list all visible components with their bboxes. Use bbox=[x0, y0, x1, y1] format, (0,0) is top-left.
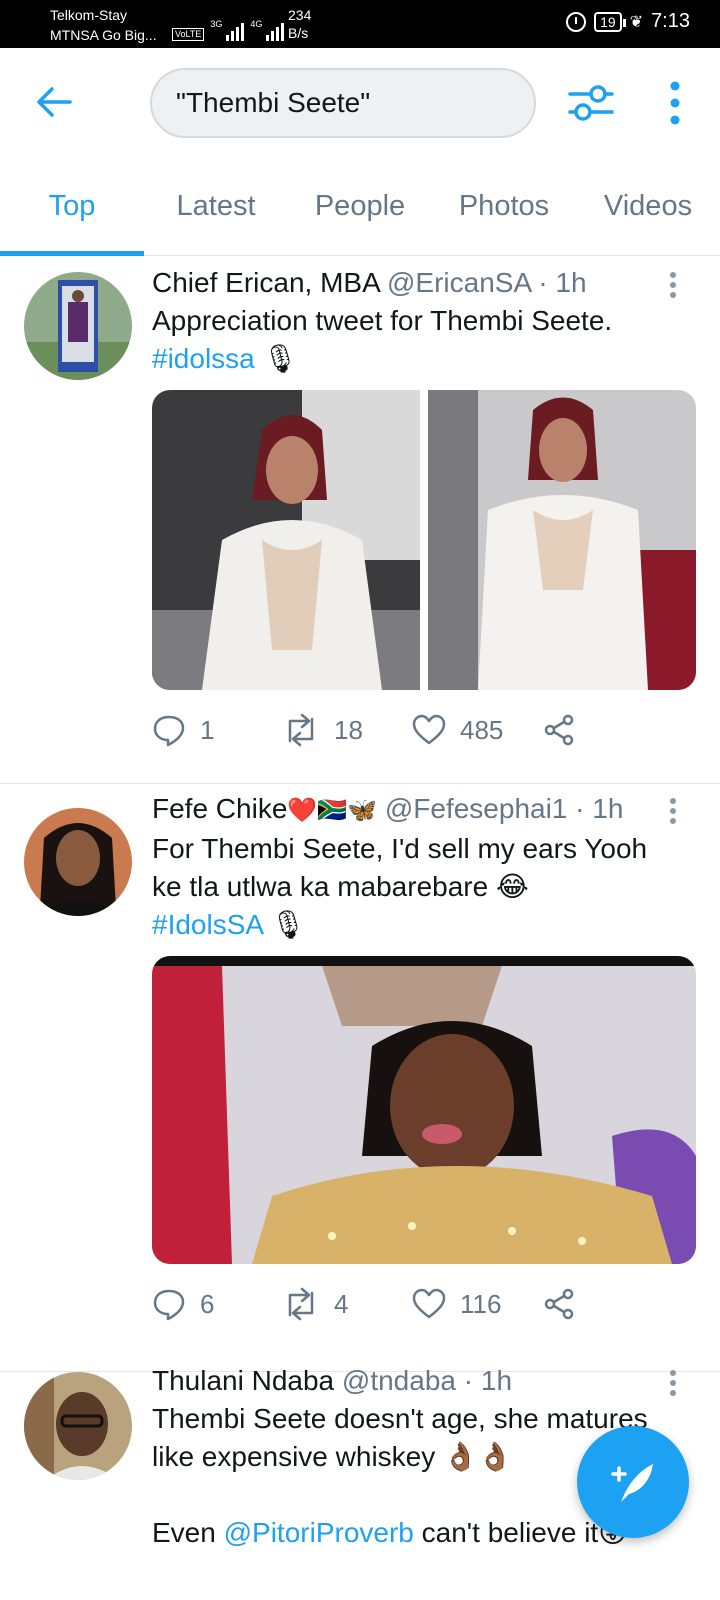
tweet-actions: 1 18 485 bbox=[152, 710, 672, 750]
status-right: 19 ❦ 7:13 bbox=[566, 10, 690, 33]
more-vertical-icon bbox=[670, 81, 680, 125]
reply-count: 6 bbox=[200, 1288, 215, 1319]
tweet-media[interactable] bbox=[152, 956, 696, 1264]
search-header: "Thembi Seete" bbox=[0, 48, 720, 158]
heart-icon bbox=[412, 714, 446, 745]
status-bar: Telkom-Stay MTNSA Go Big... VoLTE 3G 4G … bbox=[0, 0, 720, 48]
network-speed: 234 B/s bbox=[288, 6, 311, 42]
back-button[interactable] bbox=[34, 82, 74, 122]
like-count: 485 bbox=[460, 714, 504, 745]
tweet-media[interactable] bbox=[152, 390, 696, 690]
clock: 7:13 bbox=[651, 10, 690, 32]
tweet-header: Fefe Chike❤️🇿🇦🦋 @Fefesephai1 · 1h bbox=[152, 790, 660, 830]
tweet-time: · 1h bbox=[538, 267, 587, 298]
tweet[interactable]: Fefe Chike❤️🇿🇦🦋 @Fefesephai1 · 1h For Th… bbox=[0, 784, 720, 1372]
author-emoji: ❤️🇿🇦🦋 bbox=[287, 797, 378, 824]
speed-value: 234 bbox=[288, 7, 312, 23]
share-button[interactable] bbox=[542, 713, 672, 747]
reply-button[interactable]: 6 bbox=[152, 1287, 282, 1321]
volte-badge: VoLTE bbox=[172, 28, 205, 41]
tweet-time: · 1h bbox=[463, 1365, 513, 1396]
reply-icon bbox=[153, 715, 185, 747]
alarm-icon bbox=[566, 11, 587, 32]
retweet-count: 18 bbox=[334, 714, 363, 745]
author-handle[interactable]: @Fefesephai1 bbox=[385, 793, 568, 824]
search-tabs: Top Latest People Photos Videos bbox=[0, 158, 720, 256]
tab-top[interactable]: Top bbox=[0, 158, 144, 256]
compose-tweet-button[interactable] bbox=[577, 1426, 689, 1538]
search-query: "Thembi Seete" bbox=[176, 87, 371, 118]
tweet-menu-button[interactable] bbox=[668, 796, 678, 826]
tweet-time: · 1h bbox=[575, 793, 624, 824]
photo-1[interactable] bbox=[152, 390, 420, 690]
reply-count: 1 bbox=[200, 714, 215, 745]
compose-feather-icon bbox=[611, 1464, 653, 1502]
like-count: 116 bbox=[460, 1288, 502, 1319]
carrier-line-1: Telkom-Stay bbox=[50, 7, 128, 23]
carrier-line-2: MTNSA Go Big... bbox=[50, 27, 157, 43]
author-handle[interactable]: @EricanSA bbox=[387, 267, 531, 298]
heart-icon bbox=[412, 1288, 446, 1319]
battery-icon: 19 bbox=[594, 11, 626, 32]
idols-hashflag-icon: 🎙 bbox=[262, 343, 299, 374]
sliders-icon bbox=[568, 85, 614, 121]
highlight-term: Thembi Seete bbox=[201, 833, 376, 864]
tweet-header: Thulani Ndaba @tndaba · 1h bbox=[152, 1362, 680, 1400]
share-button[interactable] bbox=[542, 1287, 672, 1321]
share-icon bbox=[544, 714, 574, 746]
like-button[interactable]: 485 bbox=[412, 714, 542, 746]
search-input[interactable]: "Thembi Seete" bbox=[150, 68, 536, 138]
tab-people[interactable]: People bbox=[288, 158, 432, 255]
hashtag-link[interactable]: #idolssa bbox=[152, 343, 255, 374]
photo-2[interactable] bbox=[428, 390, 696, 690]
tab-latest[interactable]: Latest bbox=[144, 158, 288, 255]
reply-icon bbox=[153, 1289, 185, 1321]
carrier-info: Telkom-Stay MTNSA Go Big... bbox=[50, 5, 157, 45]
author-name[interactable]: Fefe Chike bbox=[152, 793, 287, 824]
signal-icon-1: 3G bbox=[210, 19, 245, 41]
more-options-button[interactable] bbox=[660, 80, 690, 126]
tweet-actions: 6 4 116 bbox=[152, 1284, 672, 1324]
signal-icon-2: 4G bbox=[250, 19, 285, 41]
retweet-count: 4 bbox=[334, 1288, 349, 1319]
retweet-button[interactable]: 18 bbox=[282, 713, 412, 747]
power-saving-icon: ❦ bbox=[629, 13, 644, 31]
hashtag-link[interactable]: #IdolsSA bbox=[152, 909, 263, 940]
tweet-header: Chief Erican, MBA @EricanSA · 1h bbox=[152, 264, 660, 302]
search-filter-button[interactable] bbox=[568, 80, 614, 126]
retweet-button[interactable]: 4 bbox=[282, 1287, 412, 1321]
like-button[interactable]: 116 bbox=[412, 1288, 542, 1320]
retweet-icon bbox=[288, 1287, 314, 1321]
author-name[interactable]: Chief Erican, MBA bbox=[152, 267, 379, 298]
idols-hashflag-icon: 🎙 bbox=[270, 909, 306, 940]
tab-photos[interactable]: Photos bbox=[432, 158, 576, 255]
avatar[interactable] bbox=[24, 808, 132, 916]
author-handle[interactable]: @tndaba bbox=[342, 1365, 456, 1396]
tweet-text: For Thembi Seete, I'd sell my ears Yooh … bbox=[152, 833, 648, 902]
highlight-term: Thembi Seete bbox=[152, 1403, 327, 1434]
share-icon bbox=[544, 1288, 574, 1320]
tab-videos[interactable]: Videos bbox=[576, 158, 720, 255]
tweet-content: Fefe Chike❤️🇿🇦🦋 @Fefesephai1 · 1h For Th… bbox=[152, 790, 660, 944]
arrow-left-icon bbox=[37, 87, 72, 117]
avatar[interactable] bbox=[24, 272, 132, 380]
author-name[interactable]: Thulani Ndaba bbox=[152, 1365, 334, 1396]
tweet-menu-button[interactable] bbox=[668, 270, 678, 300]
avatar[interactable] bbox=[24, 1372, 132, 1480]
tweet-content: Chief Erican, MBA @EricanSA · 1h Appreci… bbox=[152, 264, 660, 378]
tweet[interactable]: Chief Erican, MBA @EricanSA · 1h Appreci… bbox=[0, 256, 720, 784]
retweet-icon bbox=[288, 713, 314, 747]
video-thumbnail[interactable] bbox=[152, 956, 696, 1264]
mention-link[interactable]: @PitoriProverb bbox=[224, 1517, 414, 1548]
reply-button[interactable]: 1 bbox=[152, 713, 282, 747]
highlight-term: Thembi Seete bbox=[430, 305, 605, 336]
tweet-text: Appreciation tweet for Thembi Seete. bbox=[152, 305, 613, 336]
speed-unit: B/s bbox=[288, 25, 309, 41]
network-indicators: VoLTE 3G 4G bbox=[172, 10, 285, 41]
